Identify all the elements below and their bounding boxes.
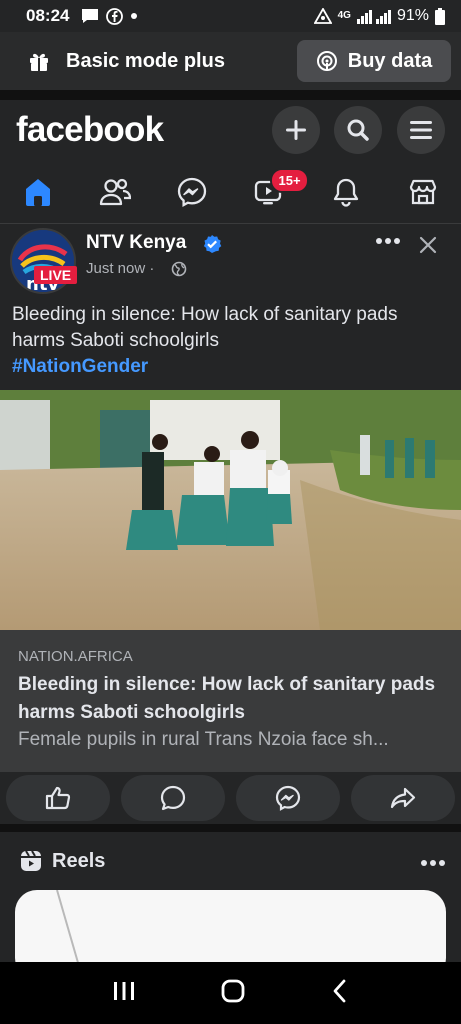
recent-apps-icon (114, 981, 135, 1000)
like-button[interactable] (6, 775, 110, 821)
marketplace-icon (409, 179, 436, 204)
android-nav-bar (0, 962, 461, 1024)
tab-messenger[interactable] (154, 160, 231, 223)
messenger-icon (177, 177, 207, 207)
link-description: Female pupils in rural Trans Nzoia face … (18, 729, 389, 750)
tab-home[interactable] (0, 160, 77, 223)
close-icon (419, 236, 437, 254)
create-button[interactable] (272, 106, 320, 154)
post-body-text: Bleeding in silence: How lack of sanitar… (12, 304, 398, 351)
globe-icon (171, 261, 187, 282)
hamburger-menu-icon (410, 121, 432, 139)
link-title: Bleeding in silence: How lack of sanitar… (18, 674, 436, 723)
bell-icon (333, 178, 358, 207)
status-bar: 08:24 4G 91% (0, 0, 461, 32)
basic-mode-banner: Basic mode plus Buy data (0, 32, 461, 90)
search-icon (347, 119, 369, 141)
post-text: Bleeding in silence: How lack of sanitar… (12, 302, 452, 380)
tab-friends[interactable] (77, 160, 154, 223)
comment-button[interactable] (121, 775, 225, 821)
schoolgirls-photo (0, 390, 461, 630)
home-system-button[interactable] (220, 978, 246, 1009)
share-icon (390, 787, 416, 809)
divider (0, 90, 461, 100)
network-type: 4G (337, 10, 351, 21)
battery-icon (435, 7, 445, 25)
verified-badge-icon (202, 234, 222, 259)
post-author-name[interactable]: NTV Kenya (86, 232, 186, 254)
reels-section: Reels (0, 832, 461, 980)
status-time: 08:24 (26, 6, 70, 25)
plus-icon (286, 120, 306, 140)
signal-icon (356, 8, 391, 24)
feed-post: ntv LIVE NTV Kenya Just now · Bleeding i… (0, 224, 461, 824)
post-timestamp: Just now · (86, 260, 155, 277)
send-messenger-button[interactable] (236, 775, 340, 821)
post-actions (0, 772, 461, 824)
link-preview[interactable]: NATION.AFRICA Bleeding in silence: How l… (0, 630, 461, 772)
mode-label: Basic mode plus (66, 49, 225, 72)
comment-icon (160, 785, 186, 811)
message-notification-icon (81, 8, 99, 24)
back-button[interactable] (331, 979, 349, 1008)
facebook-notification-icon (106, 7, 124, 25)
dot-indicator-icon (130, 12, 138, 20)
back-chevron-icon (333, 979, 346, 1002)
thumbs-up-icon (45, 786, 71, 810)
divider (0, 824, 461, 832)
post-hashtag[interactable]: #NationGender (12, 356, 148, 377)
reels-icon (20, 850, 42, 877)
reels-more-button[interactable] (420, 854, 446, 872)
gift-icon (30, 53, 48, 71)
main-nav: 15+ (0, 160, 461, 224)
home-icon (26, 178, 51, 206)
battery-percent: 91% (396, 7, 429, 24)
video-badge: 15+ (270, 168, 309, 193)
share-button[interactable] (351, 775, 455, 821)
tab-marketplace[interactable] (384, 160, 461, 223)
friends-icon (100, 178, 132, 205)
home-circle-icon (222, 979, 245, 1002)
more-dots-icon (376, 238, 400, 244)
ntv-logo-icon: ntv (12, 230, 74, 292)
timestamp-text: Just now (86, 260, 146, 277)
buy-data-label: Buy data (347, 49, 433, 72)
broadcast-icon (316, 51, 337, 71)
messenger-icon (275, 785, 301, 811)
recent-apps-button[interactable] (112, 980, 136, 1007)
tab-notifications[interactable] (307, 160, 384, 223)
buy-data-button[interactable]: Buy data (297, 40, 451, 82)
live-badge: LIVE (34, 266, 78, 284)
data-saver-icon (313, 8, 332, 24)
search-button[interactable] (334, 106, 382, 154)
more-dots-icon (421, 860, 445, 866)
reels-title: Reels (52, 850, 106, 872)
post-image[interactable] (0, 390, 461, 630)
link-domain: NATION.AFRICA (18, 648, 133, 665)
app-header: facebook (0, 100, 461, 160)
tab-video[interactable]: 15+ (230, 160, 309, 223)
author-avatar[interactable]: ntv (10, 228, 76, 294)
post-more-button[interactable] (375, 232, 401, 250)
hide-post-button[interactable] (419, 236, 437, 259)
menu-button[interactable] (397, 106, 445, 154)
facebook-logo[interactable]: facebook (16, 110, 164, 150)
